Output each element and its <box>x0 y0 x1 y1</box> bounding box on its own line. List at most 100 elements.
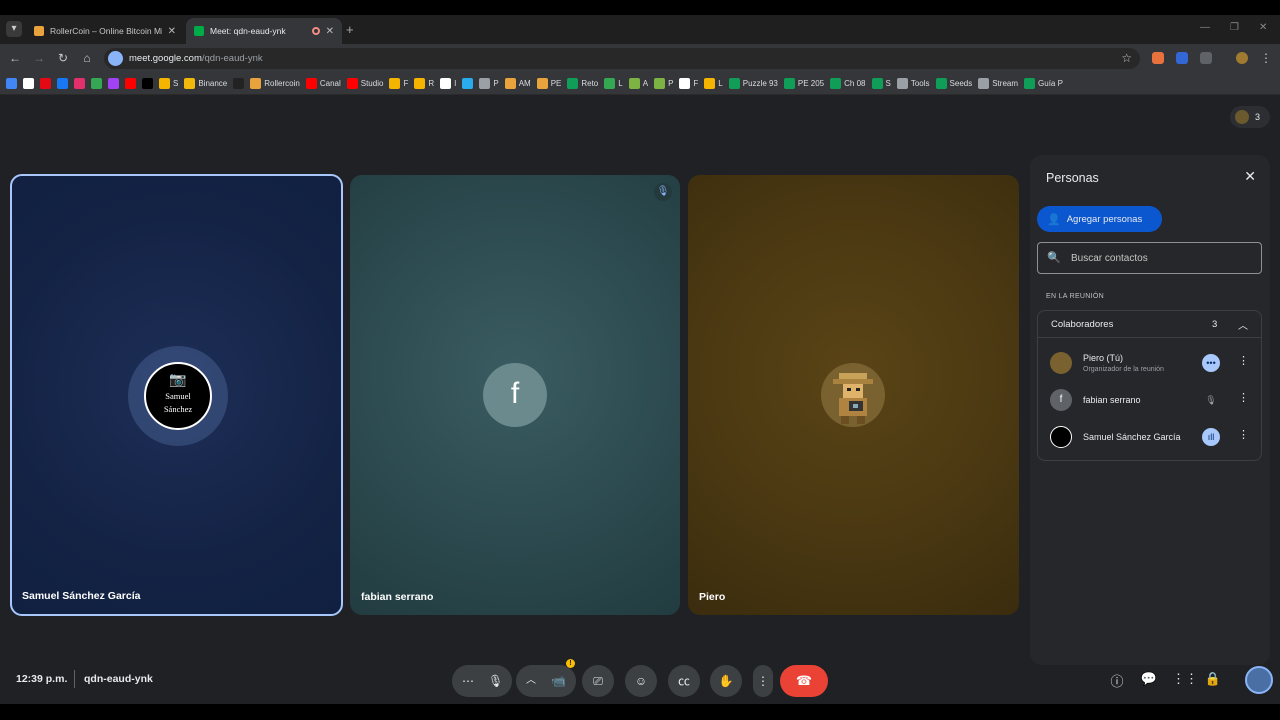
minimize-icon[interactable]: — <box>1200 22 1210 33</box>
extension-shield-icon[interactable] <box>1176 52 1188 64</box>
panel-title: Personas <box>1046 171 1099 185</box>
camera-icon[interactable]: 📹 <box>551 665 566 697</box>
tab-rollercoin[interactable]: RollerCoin – Online Bitcoin Mi ✕ <box>26 18 184 44</box>
add-people-button[interactable]: 👤 Agregar personas <box>1037 206 1162 232</box>
person-row-samuel[interactable]: Samuel Sánchez García ıll ⋮ <box>1038 419 1261 455</box>
microphone-icon[interactable]: 🎙 <box>488 665 503 697</box>
profile-avatar-icon[interactable] <box>1236 52 1248 64</box>
close-icon[interactable]: ✕ <box>326 26 334 37</box>
chevron-up-icon[interactable]: ︿ <box>526 665 536 697</box>
bookmark-item[interactable] <box>462 78 474 89</box>
reload-icon[interactable]: ↻ <box>55 51 71 65</box>
bookmark-item[interactable]: Studio <box>346 78 383 89</box>
bookmark-item[interactable]: PE 205 <box>783 78 825 89</box>
captions-button[interactable]: ㏄ <box>668 665 700 697</box>
meeting-info-icon[interactable]: ⓘ <box>1108 671 1126 690</box>
bookmark-item[interactable]: Seeds <box>935 78 972 89</box>
present-screen-button[interactable]: ⎚ <box>582 665 614 697</box>
close-icon[interactable]: ✕ <box>168 26 176 37</box>
new-tab-button[interactable]: + <box>346 22 354 37</box>
forward-icon[interactable]: → <box>31 51 47 65</box>
search-contacts-input[interactable]: 🔍 Buscar contactos <box>1037 242 1262 274</box>
bookmark-item[interactable]: Tools <box>896 78 930 89</box>
back-icon[interactable]: ← <box>7 51 23 65</box>
section-label: EN LA REUNIÓN <box>1046 293 1104 300</box>
participants-chip[interactable]: 3 <box>1230 106 1270 128</box>
chat-icon[interactable]: 💬 <box>1140 671 1158 687</box>
person-row-fabian[interactable]: f fabian serrano 🎙 ⋮ <box>1038 382 1261 418</box>
leave-call-button[interactable]: ☎ <box>780 665 828 697</box>
bookmark-item[interactable]: AM <box>504 78 531 89</box>
bookmark-item[interactable]: F <box>679 78 698 89</box>
bookmark-item[interactable]: Canal <box>305 78 341 89</box>
bookmark-item[interactable]: L <box>604 78 623 89</box>
activities-grid-icon[interactable]: ⋮⋮ <box>1172 671 1198 687</box>
person-row-piero[interactable]: Piero (Tú) Organizador de la reunión •••… <box>1038 345 1261 381</box>
group-header[interactable]: Colaboradores 3 ︿ <box>1038 311 1261 338</box>
bookmark-item[interactable] <box>23 78 34 89</box>
bookmark-favicon-icon <box>935 78 947 89</box>
more-options-button[interactable]: ⋮ <box>753 665 773 697</box>
address-bar[interactable]: meet.google.com/qdn-eaud-ynk ☆ <box>104 48 1140 69</box>
bookmark-item[interactable] <box>40 78 51 89</box>
timer-avatar-icon[interactable] <box>1245 666 1273 694</box>
maximize-icon[interactable]: ❐ <box>1230 22 1239 33</box>
window-close-icon[interactable]: ✕ <box>1259 22 1267 33</box>
bookmark-label: PE 205 <box>797 79 825 88</box>
bookmark-favicon-icon <box>440 78 452 89</box>
raise-hand-button[interactable]: ✋ <box>710 665 742 697</box>
video-tile-piero[interactable]: Piero <box>688 175 1019 615</box>
tab-search-icon[interactable]: ▾ <box>6 21 22 37</box>
bookmark-item[interactable]: Guía P <box>1024 78 1063 89</box>
extension-fox-icon[interactable] <box>1152 52 1164 64</box>
bookmark-item[interactable]: P <box>654 78 673 89</box>
more-options-icon[interactable]: ⋮ <box>1238 391 1249 404</box>
initial-avatar: f <box>1050 389 1072 411</box>
bookmark-item[interactable] <box>108 78 119 89</box>
mic-options-icon[interactable]: ⋯ <box>462 665 474 697</box>
bookmark-item[interactable]: A <box>628 78 648 89</box>
close-panel-icon[interactable]: ✕ <box>1244 168 1256 185</box>
bookmark-item[interactable] <box>74 78 85 89</box>
bookmark-item[interactable]: F <box>389 78 408 89</box>
camera-logo-icon: 📷 <box>169 373 187 388</box>
bookmark-item[interactable]: PE <box>536 78 561 89</box>
bookmark-label: P <box>668 79 674 88</box>
bookmark-label: S <box>173 79 179 88</box>
more-options-icon[interactable]: ⋮ <box>1238 428 1249 441</box>
tab-title: Meet: qdn-eaud-ynk <box>210 26 286 36</box>
chevron-up-icon[interactable]: ︿ <box>1238 317 1248 332</box>
extensions-puzzle-icon[interactable] <box>1200 52 1212 64</box>
bookmark-item[interactable]: Ch 08 <box>830 78 866 89</box>
bookmark-item[interactable] <box>57 78 68 89</box>
host-controls-icon[interactable]: 🔒 <box>1204 671 1222 687</box>
video-tile-fabian[interactable]: 🎙 f fabian serrano <box>350 175 680 615</box>
bookmark-item[interactable]: Binance <box>184 78 227 89</box>
tab-meet[interactable]: Meet: qdn-eaud-ynk ✕ <box>186 18 342 44</box>
bookmark-item[interactable]: L <box>704 78 723 89</box>
home-icon[interactable]: ⌂ <box>79 51 95 65</box>
bookmark-item[interactable]: Stream <box>978 78 1018 89</box>
bookmark-item[interactable] <box>233 78 245 89</box>
bookmark-item[interactable] <box>125 78 136 89</box>
bookmark-item[interactable]: Rollercoin <box>250 78 300 89</box>
bookmark-item[interactable]: S <box>871 78 891 89</box>
site-info-icon[interactable] <box>108 51 123 66</box>
bookmark-item[interactable]: P <box>479 78 499 89</box>
bookmark-favicon-icon <box>74 78 85 89</box>
bookmark-item[interactable] <box>6 78 17 89</box>
bookmark-item[interactable]: R <box>414 78 434 89</box>
meeting-code[interactable]: qdn-eaud-ynk <box>84 673 153 685</box>
bookmark-item[interactable] <box>91 78 102 89</box>
bookmark-item[interactable]: Reto <box>567 78 598 89</box>
bookmark-item[interactable]: Puzzle 93 <box>728 78 778 89</box>
more-options-icon[interactable]: ⋮ <box>1238 354 1249 367</box>
video-tile-samuel[interactable]: 📷 Samuel Sánchez Samuel Sánchez García <box>10 174 343 616</box>
bookmark-favicon-icon <box>896 78 908 89</box>
bookmark-star-icon[interactable]: ☆ <box>1121 51 1132 65</box>
browser-menu-icon[interactable]: ⋮ <box>1258 51 1274 65</box>
bookmark-item[interactable]: S <box>159 78 178 89</box>
bookmark-item[interactable]: I <box>440 78 456 89</box>
emoji-reactions-button[interactable]: ☺ <box>625 665 657 697</box>
bookmark-item[interactable] <box>142 78 153 89</box>
